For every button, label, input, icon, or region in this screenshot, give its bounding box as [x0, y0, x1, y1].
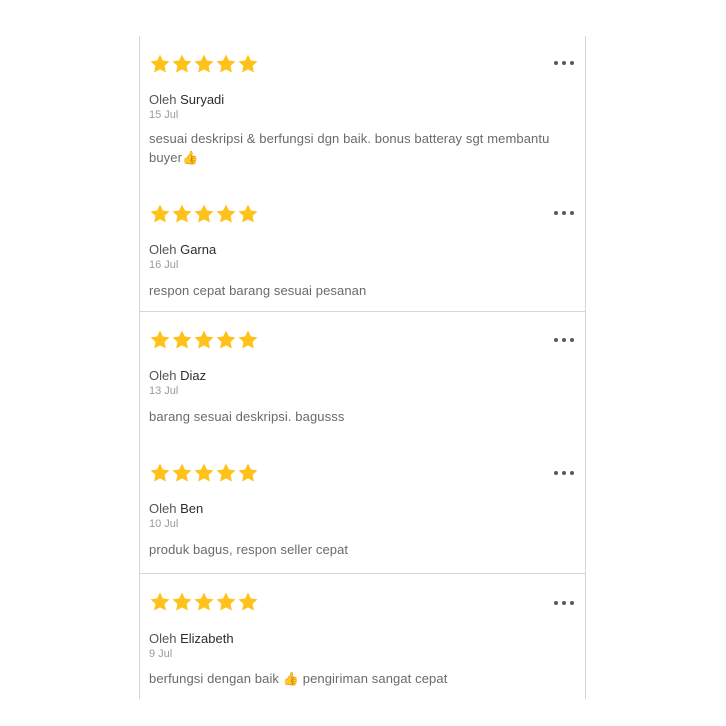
star-icon [193, 53, 215, 75]
review-comment: barang sesuai deskripsi. bagusss [149, 409, 345, 424]
more-icon-dot [570, 601, 574, 605]
more-icon-dot [562, 61, 566, 65]
star-icon [171, 591, 193, 613]
star-icon [149, 329, 171, 351]
more-icon-dot [570, 338, 574, 342]
more-icon-dot [570, 61, 574, 65]
star-icon [237, 591, 259, 613]
author-name[interactable]: Ben [180, 501, 203, 516]
author-name[interactable]: Elizabeth [180, 631, 233, 646]
more-horizontal-icon [554, 211, 558, 215]
star-icon [149, 591, 171, 613]
star-icon [215, 53, 237, 75]
review-panel: Oleh Suryadi 15 Jul sesuai deskripsi & b… [139, 36, 586, 312]
more-options-button[interactable] [554, 207, 574, 219]
star-icon [149, 462, 171, 484]
review-comment: respon cepat barang sesuai pesanan [149, 283, 367, 298]
star-icon [215, 329, 237, 351]
star-icon [237, 329, 259, 351]
author-prefix: Oleh [149, 631, 177, 646]
author-prefix: Oleh [149, 368, 177, 383]
review-date: 15 Jul [149, 109, 179, 121]
star-rating [149, 591, 259, 613]
more-horizontal-icon [554, 61, 558, 65]
star-icon [149, 203, 171, 225]
author-name[interactable]: Suryadi [180, 92, 224, 107]
star-rating [149, 462, 259, 484]
more-icon-dot [562, 211, 566, 215]
star-icon [171, 53, 193, 75]
star-icon [193, 203, 215, 225]
review-author: Oleh Suryadi [149, 92, 224, 107]
more-options-button[interactable] [554, 467, 574, 479]
author-prefix: Oleh [149, 501, 177, 516]
more-horizontal-icon [554, 601, 558, 605]
author-prefix: Oleh [149, 242, 177, 257]
star-icon [193, 462, 215, 484]
more-options-button[interactable] [554, 57, 574, 69]
star-rating [149, 329, 259, 351]
review-author: Oleh Ben [149, 501, 203, 516]
star-icon [171, 329, 193, 351]
review-panel: Oleh Diaz 13 Jul barang sesuai deskripsi… [139, 311, 586, 574]
review-comment: berfungsi dengan baik 👍 pengiriman sanga… [149, 671, 448, 686]
star-icon [171, 203, 193, 225]
star-icon [215, 462, 237, 484]
star-icon [193, 591, 215, 613]
review-panel: Oleh Elizabeth 9 Jul berfungsi dengan ba… [139, 573, 586, 699]
star-icon [149, 53, 171, 75]
review-comment: sesuai deskripsi & berfungsi dgn baik. b… [149, 131, 550, 165]
more-horizontal-icon [554, 471, 558, 475]
more-horizontal-icon [554, 338, 558, 342]
review-date: 10 Jul [149, 518, 179, 530]
review-comment: produk bagus, respon seller cepat [149, 542, 349, 557]
review-date: 9 Jul [149, 648, 173, 660]
star-icon [237, 53, 259, 75]
review-author: Oleh Garna [149, 242, 216, 257]
star-icon [237, 462, 259, 484]
review-date: 13 Jul [149, 385, 179, 397]
more-icon-dot [562, 338, 566, 342]
reviews-page: Oleh Suryadi 15 Jul sesuai deskripsi & b… [0, 0, 726, 726]
star-icon [237, 203, 259, 225]
author-name[interactable]: Garna [180, 242, 216, 257]
more-icon-dot [570, 471, 574, 475]
star-rating [149, 53, 259, 75]
review-author: Oleh Elizabeth [149, 631, 234, 646]
star-rating [149, 203, 259, 225]
star-icon [215, 591, 237, 613]
more-options-button[interactable] [554, 597, 574, 609]
author-prefix: Oleh [149, 92, 177, 107]
more-icon-dot [570, 211, 574, 215]
star-icon [193, 329, 215, 351]
more-options-button[interactable] [554, 334, 574, 346]
star-icon [171, 462, 193, 484]
review-date: 16 Jul [149, 259, 179, 271]
more-icon-dot [562, 471, 566, 475]
star-icon [215, 203, 237, 225]
review-author: Oleh Diaz [149, 368, 206, 383]
author-name[interactable]: Diaz [180, 368, 206, 383]
more-icon-dot [562, 601, 566, 605]
